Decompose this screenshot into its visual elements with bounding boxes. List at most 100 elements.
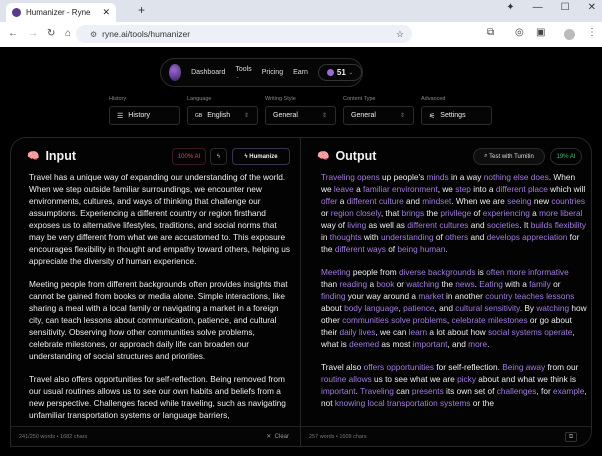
back-icon[interactable]: ←	[8, 28, 18, 39]
changed-phrase[interactable]: deemed	[349, 339, 379, 349]
changed-phrase[interactable]: experiencing	[483, 208, 530, 218]
changed-phrase[interactable]: privilege	[440, 208, 471, 218]
close-tab-icon[interactable]: ✕	[102, 7, 110, 18]
changed-phrase[interactable]: Traveling opens	[321, 172, 380, 182]
changed-phrase[interactable]: reading	[339, 279, 367, 289]
maximize-button[interactable]: ☐	[561, 2, 570, 13]
changed-phrase[interactable]: market	[418, 291, 443, 301]
quick-humanize-icon[interactable]: ϟ	[210, 148, 227, 165]
changed-phrase[interactable]: watching	[536, 303, 569, 313]
changed-phrase[interactable]: minds	[427, 172, 449, 182]
changed-phrase[interactable]: Traveling	[360, 386, 394, 396]
changed-phrase[interactable]: book	[376, 279, 394, 289]
changed-phrase[interactable]: different ways	[335, 244, 386, 254]
screenshot-icon[interactable]: ◎	[515, 27, 524, 38]
changed-phrase[interactable]: diverse backgrounds	[399, 267, 476, 277]
changed-phrase[interactable]: leave	[334, 184, 354, 194]
reload-icon[interactable]: ↻	[47, 28, 55, 39]
changed-phrase[interactable]: important	[321, 386, 356, 396]
changed-phrase[interactable]: learn	[409, 327, 427, 337]
changed-phrase[interactable]: brings	[402, 208, 425, 218]
changed-phrase[interactable]: daily lives	[339, 327, 375, 337]
changed-phrase[interactable]: different place	[496, 184, 548, 194]
minimize-button[interactable]: —	[533, 2, 543, 13]
changed-phrase[interactable]: offers opportunities	[364, 362, 434, 372]
changed-phrase[interactable]: country teaches lessons	[485, 291, 574, 301]
changed-phrase[interactable]: celebrate milestones	[452, 315, 528, 325]
tab-search-icon[interactable]: ▣	[536, 27, 545, 38]
changed-phrase[interactable]: news	[455, 279, 474, 289]
browser-tab[interactable]: Humanizer - Ryne ✕	[6, 3, 116, 22]
changed-phrase[interactable]: Meeting	[321, 267, 351, 277]
menu-icon[interactable]: ⋮	[587, 27, 597, 38]
changed-phrase[interactable]: body language	[344, 303, 398, 313]
changed-phrase[interactable]: finding	[321, 291, 345, 301]
changed-phrase[interactable]: being human	[397, 244, 445, 254]
changed-phrase[interactable]: watching	[406, 279, 439, 289]
changed-phrase[interactable]: countries	[551, 196, 585, 206]
changed-phrase[interactable]: nothing else does	[484, 172, 549, 182]
profile-avatar[interactable]	[564, 29, 575, 40]
extensions-icon[interactable]: ⧉	[487, 27, 494, 38]
changed-phrase[interactable]: knowing local transportation systems	[335, 398, 471, 408]
unchanged-text: in another	[443, 291, 486, 301]
changed-phrase[interactable]: important	[413, 339, 448, 349]
changed-phrase[interactable]: picky	[457, 374, 476, 384]
changed-phrase[interactable]: example	[553, 386, 584, 396]
changed-phrase[interactable]: often more informative	[486, 267, 569, 277]
input-paragraph: Travel has a unique way of expanding our…	[29, 172, 291, 266]
changed-phrase[interactable]: cultural sensitivity	[455, 303, 519, 313]
changed-phrase[interactable]: patience	[403, 303, 434, 313]
history-button[interactable]: ☰ History	[109, 106, 180, 125]
changed-phrase[interactable]: region closely	[331, 208, 381, 218]
changed-phrase[interactable]: Being away	[502, 362, 545, 372]
changed-phrase[interactable]: routine allows	[321, 374, 372, 384]
bookmark-star-icon[interactable]: ☆	[396, 29, 404, 40]
select-arrows-icon: ⇕	[243, 113, 249, 119]
changed-phrase[interactable]: step	[455, 184, 471, 194]
writing-style-select[interactable]: General ⇕	[265, 106, 336, 125]
home-icon[interactable]: ⌂	[65, 28, 71, 39]
humanize-button[interactable]: ϟ Humanize	[232, 148, 290, 165]
nav-earn[interactable]: Earn	[293, 69, 308, 76]
site-settings-icon[interactable]: ⚙	[90, 30, 97, 39]
changed-phrase[interactable]: different culture	[347, 196, 404, 206]
content-type-select[interactable]: General ⇕	[343, 106, 414, 125]
copy-icon[interactable]: ⧉	[565, 431, 577, 442]
clear-button[interactable]: ✕ Clear	[266, 433, 289, 440]
changed-phrase[interactable]: societies	[487, 220, 519, 230]
ryne-logo[interactable]	[169, 64, 182, 81]
changed-phrase[interactable]: more	[468, 339, 487, 349]
url-input[interactable]: ⚙ ryne.ai/tools/humanizer ☆	[76, 25, 412, 43]
changed-phrase[interactable]: thoughts	[330, 232, 362, 242]
changed-phrase[interactable]: presents	[412, 386, 444, 396]
language-select[interactable]: GB English ⇕	[187, 106, 258, 125]
nav-dashboard[interactable]: Dashboard	[191, 69, 225, 76]
changed-phrase[interactable]: mindset	[422, 196, 451, 206]
changed-phrase[interactable]: more liberal	[539, 208, 582, 218]
test-turnitin-button[interactable]: ⌕ Test with Turnitin	[473, 148, 545, 165]
changed-phrase[interactable]: different cultures	[407, 220, 468, 230]
changed-phrase[interactable]: seeing	[507, 196, 531, 206]
changed-phrase[interactable]: challenges	[497, 386, 537, 396]
new-tab-button[interactable]: +	[138, 3, 145, 17]
input-textarea[interactable]: Travel has a unique way of expanding our…	[29, 171, 291, 432]
nav-pricing[interactable]: Pricing	[262, 69, 283, 76]
changed-phrase[interactable]: familiar environment	[363, 184, 438, 194]
changed-phrase[interactable]: understanding	[381, 232, 434, 242]
changed-phrase[interactable]: Eating	[479, 279, 503, 289]
close-window-button[interactable]: ✕	[588, 2, 596, 13]
changed-phrase[interactable]: builds flexibility	[531, 220, 586, 230]
changed-phrase[interactable]: develops appreciation	[487, 232, 568, 242]
settings-button[interactable]: ⚟ Settings	[421, 106, 492, 125]
gemini-icon[interactable]: ✦	[506, 2, 514, 13]
nav-tools[interactable]: Tools ⌄	[235, 66, 251, 80]
changed-phrase[interactable]: social systems operate	[488, 327, 572, 337]
forward-icon[interactable]: →	[28, 28, 38, 39]
changed-phrase[interactable]: offer	[321, 196, 337, 206]
changed-phrase[interactable]: others	[445, 232, 468, 242]
credits-button[interactable]: 51 ⌄	[317, 64, 362, 81]
changed-phrase[interactable]: living	[347, 220, 366, 230]
changed-phrase[interactable]: communities solve problems	[342, 315, 447, 325]
changed-phrase[interactable]: family	[529, 279, 551, 289]
